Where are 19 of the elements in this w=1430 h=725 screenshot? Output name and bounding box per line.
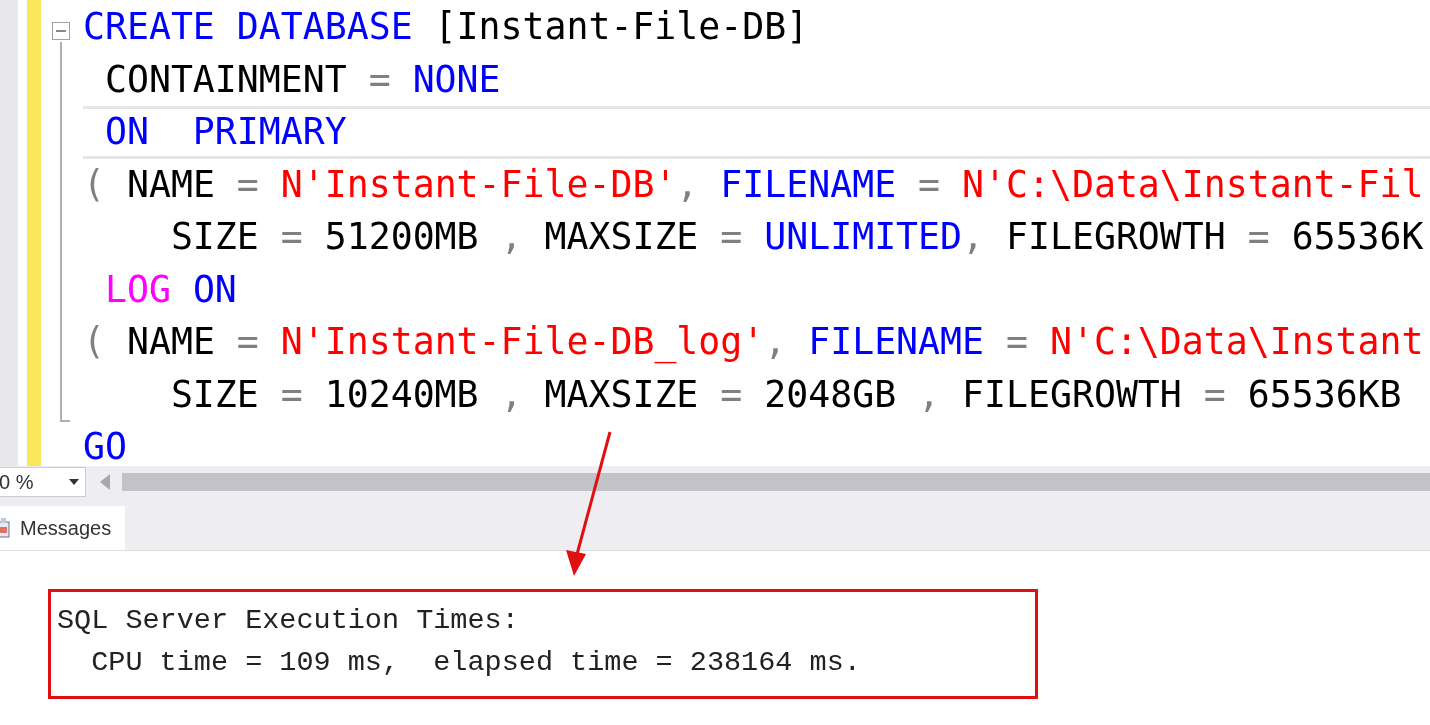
code-line: ( NAME = N'Instant-File-DB_log', FILENAME = N'C:\Data\Instant <box>83 319 1425 366</box>
message-text: SQL Server Execution Times: <box>57 603 520 639</box>
code-line: CONTAINMENT = NONE <box>103 56 502 103</box>
document-icon <box>0 518 12 538</box>
collapse-icon[interactable] <box>52 22 70 40</box>
code-line: ( NAME = N'Instant-File-DB', FILENAME = N'C:\Data\Instant-Fil <box>83 161 1425 208</box>
messages-tab[interactable]: Messages <box>0 506 126 550</box>
message-text: CPU time = 109 ms, elapsed time = 238164 ms. <box>90 645 862 681</box>
code-line: LOG ON <box>103 266 238 313</box>
code-line: SIZE = 10240MB , MAXSIZE = 2048GB , FILEGROWTH = 65536KB <box>169 371 1403 418</box>
code-editor[interactable] <box>0 0 1430 466</box>
scroll-left-icon[interactable] <box>100 474 110 490</box>
caret-icon <box>69 479 79 485</box>
code-line: GO <box>83 424 128 466</box>
code-line: ON PRIMARY <box>83 106 1430 159</box>
code-line: SIZE = 51200MB , MAXSIZE = UNLIMITED, FILEGROWTH = 65536K <box>169 214 1425 260</box>
code-line: CREATE DATABASE [Instant-File-DB] <box>83 4 810 50</box>
scrollbar-thumb[interactable] <box>122 473 1430 491</box>
zoom-dropdown[interactable]: 0 % <box>0 467 86 497</box>
